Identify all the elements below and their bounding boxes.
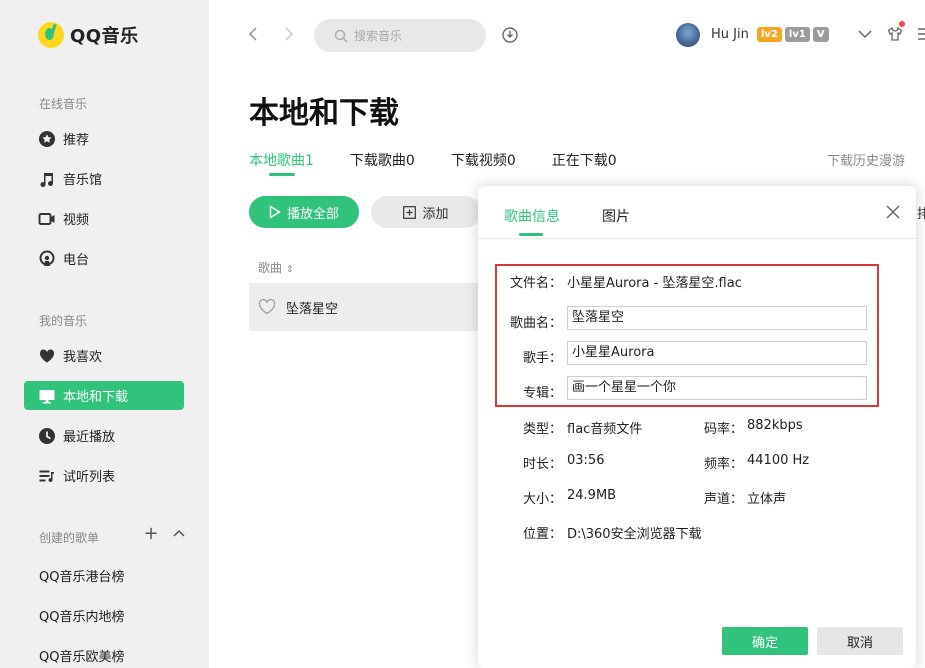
- level-badge[interactable]: lv2: [757, 27, 782, 42]
- tab-song-info[interactable]: 歌曲信息: [504, 206, 560, 236]
- app-logo[interactable]: QQ音乐: [38, 22, 139, 48]
- album-field[interactable]: 画一个星星一个你: [567, 376, 867, 400]
- song-info-dialog: 歌曲信息 图片 文件名： 小星星Aurora - 坠落星空.flac 歌曲名： …: [478, 186, 916, 668]
- green-diamond-badge[interactable]: V: [812, 27, 829, 42]
- location-value: D:\360安全浏览器下载: [567, 527, 702, 542]
- bitrate-label: 码率：: [704, 422, 744, 437]
- user-badges: lv2 lv1 V: [757, 27, 829, 42]
- filename-value: 小星星Aurora - 坠落星空.flac: [567, 276, 742, 291]
- skin-shirt-icon[interactable]: [887, 21, 905, 43]
- top-icons: [857, 21, 925, 43]
- play-icon: [269, 205, 281, 219]
- forward-arrow-icon[interactable]: [281, 26, 297, 44]
- my-music-title: 我的音乐: [39, 314, 88, 328]
- playlist-item[interactable]: QQ音乐欧美榜: [39, 646, 124, 665]
- tab-downloading[interactable]: 正在下载0: [552, 150, 617, 170]
- monitor-icon: [38, 387, 56, 405]
- channel-value: 立体声: [747, 492, 787, 507]
- play-all-button[interactable]: 播放全部: [249, 196, 359, 228]
- playlist-icon: [38, 467, 56, 485]
- collapse-chevron-up-icon[interactable]: [171, 525, 187, 541]
- dialog-divider: [478, 238, 916, 239]
- partial-sort-label: 排: [917, 207, 925, 222]
- frequency-value: 44100 Hz: [747, 453, 810, 468]
- online-music-title: 在线音乐: [39, 97, 88, 111]
- heart-icon: [38, 347, 56, 365]
- music-note-icon: [38, 170, 56, 188]
- sidebar-item-local-downloads[interactable]: 本地和下载: [24, 381, 184, 410]
- song-title: 坠落星空: [286, 301, 339, 317]
- location-label: 位置：: [523, 527, 563, 542]
- artist-field[interactable]: 小星星Aurora: [567, 341, 867, 365]
- tab-local-songs[interactable]: 本地歌曲1: [249, 150, 314, 176]
- star-icon: [38, 130, 56, 148]
- like-heart-icon[interactable]: [258, 299, 276, 315]
- avatar[interactable]: [676, 23, 700, 47]
- size-label: 大小：: [523, 492, 563, 507]
- username[interactable]: Hu Jin: [711, 27, 749, 42]
- type-value: flac音频文件: [567, 422, 643, 437]
- frequency-label: 频率：: [704, 457, 744, 472]
- qq-music-logo-icon: [38, 22, 64, 48]
- page-title: 本地和下载: [249, 96, 399, 131]
- radio-icon: [38, 250, 56, 268]
- close-icon[interactable]: [885, 204, 901, 220]
- vip-badge[interactable]: lv1: [784, 27, 810, 42]
- search-placeholder: 搜索音乐: [354, 29, 403, 43]
- sidebar-item-favorites[interactable]: 我喜欢: [24, 341, 184, 370]
- sidebar-item-recommend[interactable]: 推荐: [24, 124, 184, 153]
- chevron-down-icon[interactable]: [857, 25, 873, 43]
- notification-dot: [899, 21, 905, 27]
- duration-label: 时长：: [523, 457, 563, 472]
- filename-label: 文件名：: [509, 276, 562, 291]
- video-icon: [38, 210, 56, 228]
- column-header-song[interactable]: 歌曲 ⇕: [258, 259, 293, 276]
- size-value: 24.9MB: [567, 488, 617, 503]
- playlist-actions: +: [143, 523, 187, 544]
- content-tabs: 本地歌曲1 下载歌曲0 下载视频0 正在下载0: [249, 150, 653, 176]
- back-arrow-icon[interactable]: [245, 26, 261, 44]
- tab-downloaded-videos[interactable]: 下载视频0: [451, 150, 516, 170]
- app-name: QQ音乐: [70, 26, 139, 47]
- confirm-button[interactable]: 确定: [722, 627, 808, 655]
- clock-icon: [38, 427, 56, 445]
- search-input[interactable]: 搜索音乐: [314, 19, 486, 52]
- sidebar: QQ音乐 在线音乐 推荐 音乐馆 视频 电台 我的音乐 我喜欢 本地和下载 最近…: [0, 0, 209, 668]
- channel-label: 声道：: [704, 492, 744, 507]
- type-label: 类型：: [523, 422, 563, 437]
- tab-picture[interactable]: 图片: [602, 206, 630, 226]
- sidebar-item-music-hall[interactable]: 音乐馆: [24, 164, 184, 193]
- menu-icon[interactable]: [917, 25, 925, 43]
- download-history-link[interactable]: 下载历史漫游: [827, 150, 905, 169]
- add-playlist-icon[interactable]: +: [143, 523, 159, 544]
- title-field[interactable]: 坠落星空: [567, 306, 867, 330]
- artist-label: 歌手：: [522, 351, 562, 366]
- title-label: 歌曲名：: [509, 316, 562, 331]
- sidebar-item-trial-list[interactable]: 试听列表: [24, 461, 184, 490]
- table-row[interactable]: 坠落星空: [249, 283, 489, 331]
- album-label: 专辑：: [522, 386, 562, 401]
- voice-search-icon[interactable]: [500, 25, 520, 45]
- duration-value: 03:56: [567, 453, 605, 468]
- playlist-item[interactable]: QQ音乐港台榜: [39, 566, 124, 585]
- playlist-item[interactable]: QQ音乐内地榜: [39, 606, 124, 625]
- add-button[interactable]: 添加: [371, 196, 481, 228]
- bitrate-value: 882kbps: [747, 418, 803, 433]
- tab-downloaded-songs[interactable]: 下载歌曲0: [350, 150, 415, 170]
- sidebar-item-video[interactable]: 视频: [24, 204, 184, 233]
- created-playlists-title: 创建的歌单: [39, 531, 100, 545]
- sidebar-item-recent[interactable]: 最近播放: [24, 421, 184, 450]
- dialog-tabs: 歌曲信息 图片: [504, 206, 672, 236]
- sidebar-item-radio[interactable]: 电台: [24, 244, 184, 273]
- cancel-button[interactable]: 取消: [817, 627, 903, 655]
- search-icon: [334, 29, 348, 43]
- sort-icon: ⇕: [285, 265, 294, 275]
- add-icon: [403, 205, 417, 219]
